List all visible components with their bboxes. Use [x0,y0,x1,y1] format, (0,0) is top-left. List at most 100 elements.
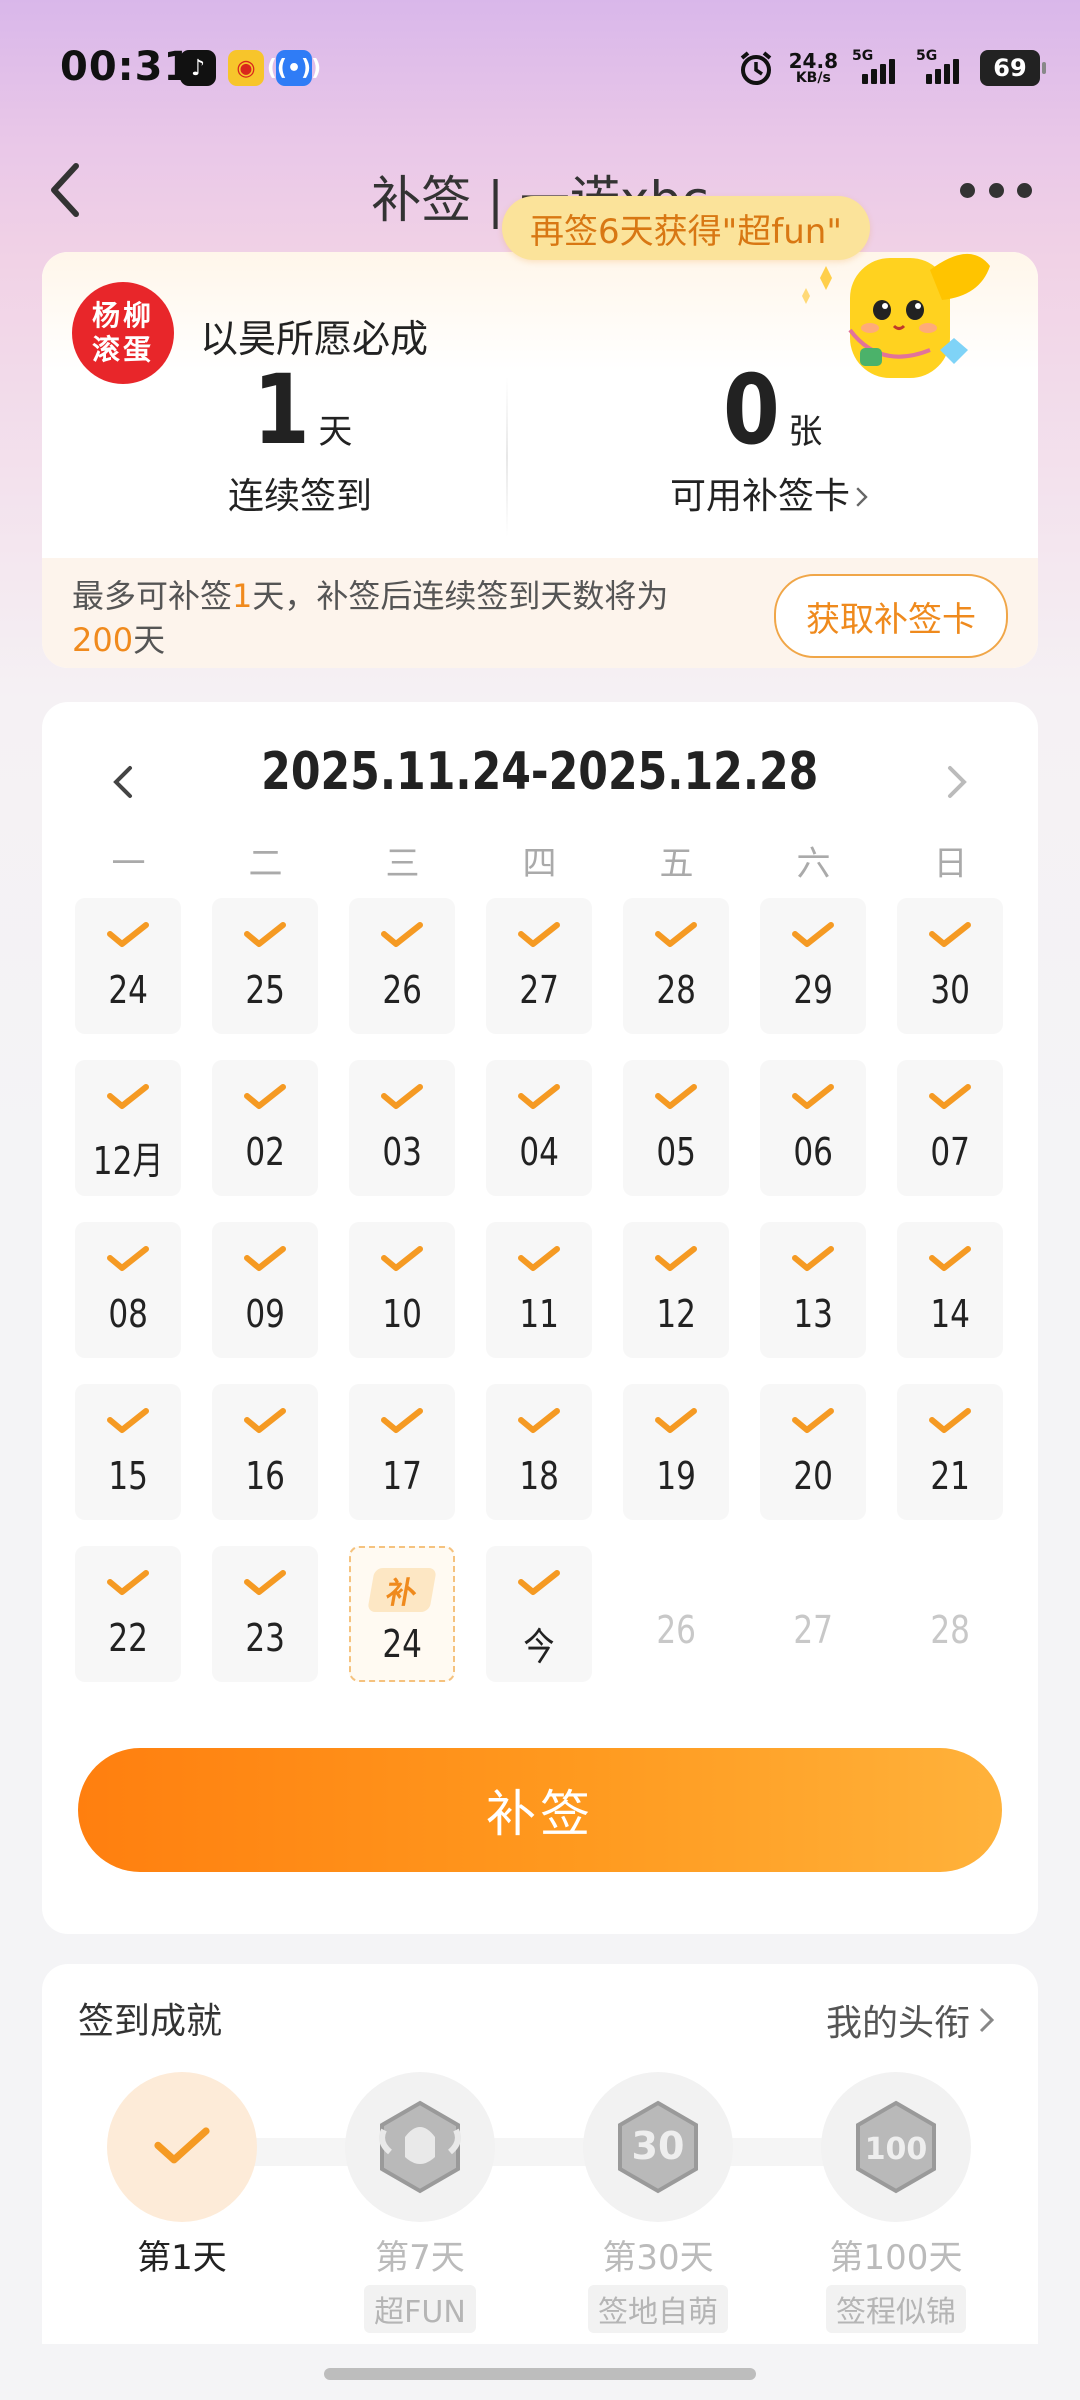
calendar-day-checked[interactable]: 14 [897,1222,1003,1358]
day-label: 30 [930,968,970,1012]
home-indicator[interactable] [324,2368,756,2380]
cards-label: 可用补签卡 [669,475,850,517]
calendar-day-checked[interactable]: 12月 [75,1060,181,1196]
check-icon [653,920,699,950]
net-speed: 24.8 KB/s [789,51,838,85]
weekday-label: 日 [933,844,968,884]
calendar-day-checked[interactable]: 09 [212,1222,318,1358]
achievement-name: 第7天 [375,2238,465,2278]
calendar-day-checked[interactable]: 05 [623,1060,729,1196]
calendar-day-checked[interactable]: 20 [760,1384,866,1520]
calendar-day-checked[interactable]: 04 [486,1060,592,1196]
check-icon [379,1244,425,1274]
calendar-day-checked[interactable]: 10 [349,1222,455,1358]
calendar-day-checked[interactable]: 03 [349,1060,455,1196]
calendar-day-checked[interactable]: 今 [486,1546,592,1682]
calendar-day-checked[interactable]: 24 [75,898,181,1034]
calendar-day-checked[interactable]: 18 [486,1384,592,1520]
makeup-button[interactable]: 补签 [78,1748,1002,1872]
check-icon [242,1406,288,1436]
check-icon [927,1244,973,1274]
achievement-item[interactable]: 30 第30天 签地自萌 [558,2072,758,2333]
calendar-day-checked[interactable]: 06 [760,1060,866,1196]
check-icon [653,1406,699,1436]
day-label: 18 [519,1454,559,1498]
tiktok-icon: ♪ [180,50,216,86]
calendar-day-checked[interactable]: 02 [212,1060,318,1196]
streak-value: 1 [252,354,310,466]
calendar-day-checked[interactable]: 23 [212,1546,318,1682]
calendar-day-makeup[interactable]: 补 24 [349,1546,455,1682]
weekday-header: 一二三四五六日 [60,836,1020,885]
calendar-day-checked[interactable]: 11 [486,1222,592,1358]
streak-stat: 1天 连续签到 [70,360,530,519]
day-label: 07 [930,1130,970,1174]
check-icon [516,1406,562,1436]
achievement-name: 第30天 [602,2238,714,2278]
signal-icon: 5G [852,48,902,88]
day-label: 28 [930,1608,970,1652]
check-icon [790,1082,836,1112]
calendar-day-checked[interactable]: 13 [760,1222,866,1358]
battery-icon: 69 [980,50,1046,86]
calendar-day-checked[interactable]: 21 [897,1384,1003,1520]
badge-icon: 100 [821,2072,971,2222]
calendar-day-checked[interactable]: 25 [212,898,318,1034]
achievement-card: 签到成就 我的头衔 第1天 第7天 超FUN 30 第30天 签地自萌 100 第100天 签程… [42,1964,1038,2344]
calendar-day-checked[interactable]: 15 [75,1384,181,1520]
calendar-day-checked[interactable]: 30 [897,898,1003,1034]
achievement-item[interactable]: 第1天 [82,2072,282,2279]
day-label: 23 [245,1616,285,1660]
day-label: 04 [519,1130,559,1174]
calendar-day-checked[interactable]: 26 [349,898,455,1034]
achievement-item[interactable]: 第7天 超FUN [320,2072,520,2333]
calendar-day-checked[interactable]: 08 [75,1222,181,1358]
check-icon [516,1568,562,1598]
calendar-day-checked[interactable]: 16 [212,1384,318,1520]
chevron-right-icon [856,487,868,507]
calendar-next-icon[interactable] [928,752,988,812]
calendar-day-checked[interactable]: 27 [486,898,592,1034]
calendar-day-checked[interactable]: 29 [760,898,866,1034]
weibo-icon: ◉ [228,50,264,86]
reward-bubble: 再签6天获得"超fun" [502,196,870,260]
get-card-button[interactable]: 获取补签卡 [774,574,1008,658]
achievement-tag: 签程似锦 [826,2285,966,2333]
day-label: 27 [793,1608,833,1652]
check-icon [516,1082,562,1112]
achievement-item[interactable]: 100 第100天 签程似锦 [796,2072,996,2333]
username: 以昊所愿必成 [200,317,429,361]
achievement-title: 签到成就 [78,2001,223,2042]
day-label: 02 [245,1130,285,1174]
avatar-text: 杨柳 [91,299,154,333]
check-icon [790,920,836,950]
day-label: 05 [656,1130,696,1174]
day-label: 10 [382,1292,422,1336]
more-icon[interactable] [960,178,1032,202]
calendar-day-checked[interactable]: 07 [897,1060,1003,1196]
calendar-day-checked[interactable]: 17 [349,1384,455,1520]
day-label: 14 [930,1292,970,1336]
calendar-card: 2025.11.24-2025.12.28 一 二 三 四 五 六 日 24 25 26 27 28… [42,702,1038,1934]
chevron-right-icon [979,2007,995,2033]
makeup-note: 最多可补签1天，补签后连续签到天数将为 200天 获取补签卡 [42,558,1038,668]
weekday-label: 四 [522,844,557,884]
day-label: 17 [382,1454,422,1498]
achievement-name: 第1天 [137,2238,227,2278]
calendar-day-future: 26 [623,1546,729,1682]
status-indicators: 24.8 KB/s 5G 5G 69 [737,46,1046,90]
day-label: 12月 [92,1139,164,1183]
check-icon [653,1082,699,1112]
calendar-day-checked[interactable]: 22 [75,1546,181,1682]
calendar-day-checked[interactable]: 28 [623,898,729,1034]
day-label: 28 [656,968,696,1012]
day-label: 27 [519,968,559,1012]
check-icon [242,1568,288,1598]
weekday-label: 二 [248,844,283,884]
my-titles-link[interactable]: 我的头衔 [826,1994,998,2046]
calendar-range: 2025.11.24-2025.12.28 [42,742,1038,802]
calendar-day-checked[interactable]: 19 [623,1384,729,1520]
calendar-day-checked[interactable]: 12 [623,1222,729,1358]
status-time: 00:31 [60,44,193,90]
streak-unit: 天 [318,412,353,452]
